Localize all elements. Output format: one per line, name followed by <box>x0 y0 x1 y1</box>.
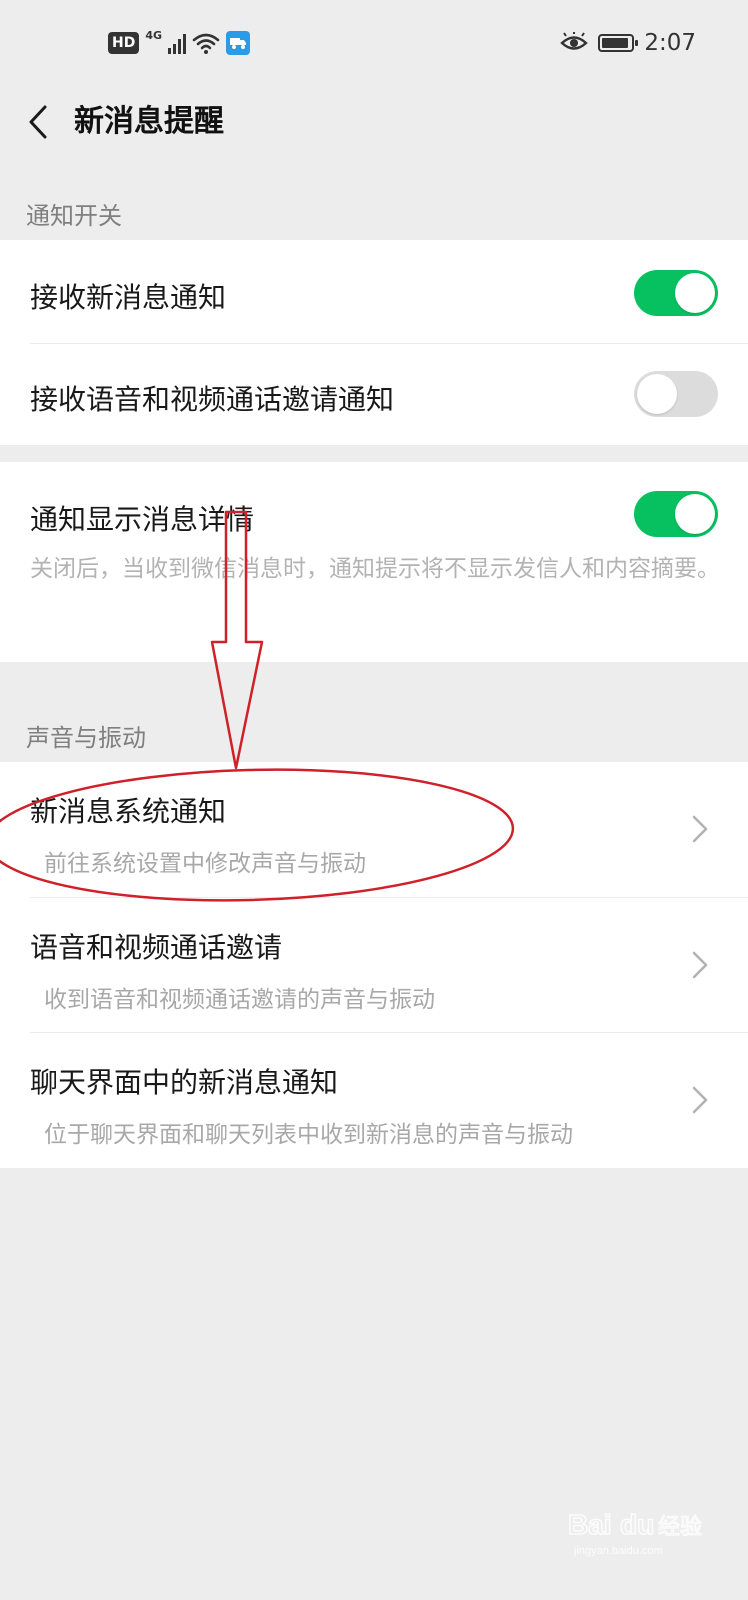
divider <box>30 897 748 898</box>
detail-card: 通知显示消息详情 关闭后，当收到微信消息时，通知提示将不显示发信人和内容摘要。 <box>0 462 748 662</box>
notify-switch-card: 接收新消息通知 接收语音和视频通话邀请通知 <box>0 240 748 445</box>
back-button[interactable] <box>18 92 58 152</box>
system-notification-subtitle: 前往系统设置中修改声音与振动 <box>44 851 366 877</box>
navigation-bar: 新消息提醒 <box>0 86 748 158</box>
call-invite-sound-title: 语音和视频通话邀请 <box>30 931 283 964</box>
network-type-label: 4G <box>145 28 163 42</box>
section-label-sound-vibration: 声音与振动 <box>26 724 146 752</box>
battery-icon <box>598 34 639 52</box>
divider <box>30 1032 748 1033</box>
status-bar: HD 4G 2:07 <box>0 0 748 86</box>
svg-text:经验: 经验 <box>658 1515 702 1540</box>
show-detail-description: 关闭后，当收到微信消息时，通知提示将不显示发信人和内容摘要。 <box>30 556 720 582</box>
baidu-jingyan-watermark: Bai du 经验 jingyan.baidu.com <box>568 1508 703 1557</box>
call-invite-sound-subtitle: 收到语音和视频通话邀请的声音与振动 <box>44 987 435 1013</box>
chevron-right-icon <box>692 1086 708 1114</box>
svg-text:du: du <box>620 1509 654 1540</box>
status-right: 2:07 <box>560 28 696 58</box>
chat-new-message-subtitle: 位于聊天界面和聊天列表中收到新消息的声音与振动 <box>44 1122 573 1148</box>
sound-vibration-card: 新消息系统通知 前往系统设置中修改声音与振动 语音和视频通话邀请 收到语音和视频… <box>0 762 748 1168</box>
page-title: 新消息提醒 <box>74 104 224 139</box>
divider <box>30 343 748 344</box>
section-label-notify-switch: 通知开关 <box>26 202 122 230</box>
receive-new-message-label: 接收新消息通知 <box>30 281 227 314</box>
signal-icon <box>168 32 187 54</box>
show-detail-label: 通知显示消息详情 <box>30 503 255 536</box>
chevron-left-icon <box>29 105 47 139</box>
svg-text:jingyan.baidu.com: jingyan.baidu.com <box>573 1545 663 1557</box>
receive-call-invite-label: 接收语音和视频通话邀请通知 <box>30 383 395 416</box>
chevron-right-icon <box>692 815 708 843</box>
receive-call-invite-toggle[interactable] <box>634 371 718 417</box>
eye-icon <box>560 32 589 50</box>
chat-new-message-title: 聊天界面中的新消息通知 <box>30 1066 339 1099</box>
wifi-icon <box>192 33 220 54</box>
chevron-right-icon <box>692 951 708 979</box>
hd-icon: HD <box>108 32 140 54</box>
show-detail-toggle[interactable] <box>634 491 718 537</box>
status-time: 2:07 <box>644 30 696 56</box>
receive-new-message-toggle[interactable] <box>634 270 718 316</box>
truck-app-icon <box>226 31 251 55</box>
status-left: HD 4G <box>108 28 251 58</box>
system-notification-title: 新消息系统通知 <box>30 795 227 828</box>
svg-text:Bai: Bai <box>568 1509 612 1540</box>
